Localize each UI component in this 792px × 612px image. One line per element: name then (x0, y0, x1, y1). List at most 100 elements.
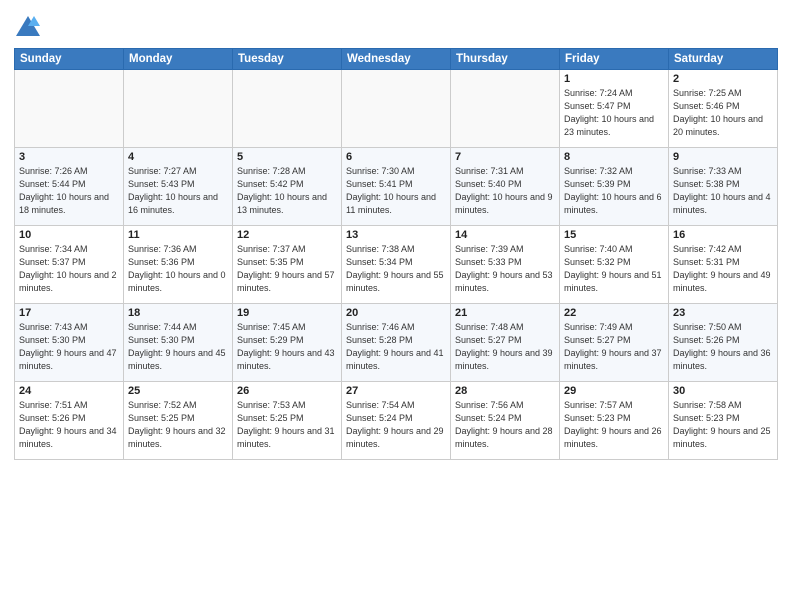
week-row-1: 1 Sunrise: 7:24 AM Sunset: 5:47 PM Daylig… (15, 70, 778, 148)
day-info: Sunrise: 7:32 AM Sunset: 5:39 PM Dayligh… (564, 165, 664, 217)
day-number: 16 (673, 229, 773, 241)
header (14, 10, 778, 42)
calendar-cell (233, 70, 342, 148)
day-number: 20 (346, 307, 446, 319)
calendar-cell: 26 Sunrise: 7:53 AM Sunset: 5:25 PM Dayli… (233, 382, 342, 460)
calendar-cell: 10Sunrise: 7:34 AM Sunset: 5:37 PM Dayli… (15, 226, 124, 304)
day-number: 24 (19, 385, 119, 397)
calendar-cell: 8 Sunrise: 7:32 AM Sunset: 5:39 PM Daylig… (560, 148, 669, 226)
calendar-cell (15, 70, 124, 148)
day-info: Sunrise: 7:38 AM Sunset: 5:34 PM Dayligh… (346, 243, 446, 295)
day-info: Sunrise: 7:54 AM Sunset: 5:24 PM Dayligh… (346, 399, 446, 451)
calendar-cell: 11Sunrise: 7:36 AM Sunset: 5:36 PM Dayli… (124, 226, 233, 304)
day-number: 18 (128, 307, 228, 319)
calendar-cell: 6 Sunrise: 7:30 AM Sunset: 5:41 PM Daylig… (342, 148, 451, 226)
day-number: 13 (346, 229, 446, 241)
calendar-cell: 4Sunrise: 7:27 AM Sunset: 5:43 PM Daylig… (124, 148, 233, 226)
calendar-cell: 16Sunrise: 7:42 AM Sunset: 5:31 PM Dayli… (669, 226, 778, 304)
day-number: 9 (673, 151, 773, 163)
calendar-cell (342, 70, 451, 148)
page: SundayMondayTuesdayWednesdayThursdayFrid… (0, 0, 792, 612)
day-number: 4 (128, 151, 228, 163)
weekday-friday: Friday (560, 49, 669, 70)
calendar-cell: 23 Sunrise: 7:50 AM Sunset: 5:26 PM Dayli… (669, 304, 778, 382)
day-number: 23 (673, 307, 773, 319)
calendar-cell: 25 Sunrise: 7:52 AM Sunset: 5:25 PM Dayli… (124, 382, 233, 460)
calendar-cell: 9 Sunrise: 7:33 AM Sunset: 5:38 PM Daylig… (669, 148, 778, 226)
calendar-cell: 2Sunrise: 7:25 AM Sunset: 5:46 PM Daylig… (669, 70, 778, 148)
calendar-cell: 22 Sunrise: 7:49 AM Sunset: 5:27 PM Dayli… (560, 304, 669, 382)
day-info: Sunrise: 7:36 AM Sunset: 5:36 PM Dayligh… (128, 243, 228, 295)
day-number: 28 (455, 385, 555, 397)
day-info: Sunrise: 7:53 AM Sunset: 5:25 PM Dayligh… (237, 399, 337, 451)
day-number: 19 (237, 307, 337, 319)
calendar: SundayMondayTuesdayWednesdayThursdayFrid… (14, 48, 778, 460)
day-number: 8 (564, 151, 664, 163)
day-info: Sunrise: 7:24 AM Sunset: 5:47 PM Dayligh… (564, 87, 664, 139)
day-number: 21 (455, 307, 555, 319)
calendar-cell: 15Sunrise: 7:40 AM Sunset: 5:32 PM Dayli… (560, 226, 669, 304)
day-number: 27 (346, 385, 446, 397)
calendar-cell (451, 70, 560, 148)
calendar-cell: 7Sunrise: 7:31 AM Sunset: 5:40 PM Daylig… (451, 148, 560, 226)
calendar-cell: 29 Sunrise: 7:57 AM Sunset: 5:23 PM Dayli… (560, 382, 669, 460)
day-number: 1 (564, 73, 664, 85)
day-number: 29 (564, 385, 664, 397)
calendar-cell: 12 Sunrise: 7:37 AM Sunset: 5:35 PM Dayli… (233, 226, 342, 304)
calendar-cell: 28 Sunrise: 7:56 AM Sunset: 5:24 PM Dayli… (451, 382, 560, 460)
weekday-monday: Monday (124, 49, 233, 70)
day-info: Sunrise: 7:30 AM Sunset: 5:41 PM Dayligh… (346, 165, 446, 217)
calendar-cell: 1 Sunrise: 7:24 AM Sunset: 5:47 PM Daylig… (560, 70, 669, 148)
week-row-2: 3 Sunrise: 7:26 AM Sunset: 5:44 PM Daylig… (15, 148, 778, 226)
calendar-cell: 13 Sunrise: 7:38 AM Sunset: 5:34 PM Dayli… (342, 226, 451, 304)
calendar-cell: 21Sunrise: 7:48 AM Sunset: 5:27 PM Dayli… (451, 304, 560, 382)
calendar-cell: 3 Sunrise: 7:26 AM Sunset: 5:44 PM Daylig… (15, 148, 124, 226)
week-row-5: 24 Sunrise: 7:51 AM Sunset: 5:26 PM Dayli… (15, 382, 778, 460)
day-info: Sunrise: 7:45 AM Sunset: 5:29 PM Dayligh… (237, 321, 337, 373)
day-info: Sunrise: 7:46 AM Sunset: 5:28 PM Dayligh… (346, 321, 446, 373)
calendar-cell: 17 Sunrise: 7:43 AM Sunset: 5:30 PM Dayli… (15, 304, 124, 382)
day-info: Sunrise: 7:43 AM Sunset: 5:30 PM Dayligh… (19, 321, 119, 373)
day-number: 17 (19, 307, 119, 319)
day-info: Sunrise: 7:26 AM Sunset: 5:44 PM Dayligh… (19, 165, 119, 217)
day-number: 5 (237, 151, 337, 163)
calendar-cell (124, 70, 233, 148)
day-number: 30 (673, 385, 773, 397)
day-number: 6 (346, 151, 446, 163)
day-number: 26 (237, 385, 337, 397)
day-info: Sunrise: 7:52 AM Sunset: 5:25 PM Dayligh… (128, 399, 228, 451)
day-info: Sunrise: 7:34 AM Sunset: 5:37 PM Dayligh… (19, 243, 119, 295)
day-number: 12 (237, 229, 337, 241)
day-info: Sunrise: 7:25 AM Sunset: 5:46 PM Dayligh… (673, 87, 773, 139)
day-info: Sunrise: 7:51 AM Sunset: 5:26 PM Dayligh… (19, 399, 119, 451)
weekday-thursday: Thursday (451, 49, 560, 70)
day-number: 25 (128, 385, 228, 397)
day-info: Sunrise: 7:31 AM Sunset: 5:40 PM Dayligh… (455, 165, 555, 217)
weekday-sunday: Sunday (15, 49, 124, 70)
day-number: 14 (455, 229, 555, 241)
calendar-cell: 14 Sunrise: 7:39 AM Sunset: 5:33 PM Dayli… (451, 226, 560, 304)
calendar-cell: 24 Sunrise: 7:51 AM Sunset: 5:26 PM Dayli… (15, 382, 124, 460)
calendar-cell: 27 Sunrise: 7:54 AM Sunset: 5:24 PM Dayli… (342, 382, 451, 460)
weekday-header-row: SundayMondayTuesdayWednesdayThursdayFrid… (15, 49, 778, 70)
day-info: Sunrise: 7:37 AM Sunset: 5:35 PM Dayligh… (237, 243, 337, 295)
day-info: Sunrise: 7:49 AM Sunset: 5:27 PM Dayligh… (564, 321, 664, 373)
logo (14, 14, 44, 42)
day-info: Sunrise: 7:56 AM Sunset: 5:24 PM Dayligh… (455, 399, 555, 451)
week-row-3: 10Sunrise: 7:34 AM Sunset: 5:37 PM Dayli… (15, 226, 778, 304)
day-info: Sunrise: 7:33 AM Sunset: 5:38 PM Dayligh… (673, 165, 773, 217)
weekday-saturday: Saturday (669, 49, 778, 70)
day-info: Sunrise: 7:50 AM Sunset: 5:26 PM Dayligh… (673, 321, 773, 373)
calendar-cell: 20 Sunrise: 7:46 AM Sunset: 5:28 PM Dayli… (342, 304, 451, 382)
day-number: 22 (564, 307, 664, 319)
week-row-4: 17 Sunrise: 7:43 AM Sunset: 5:30 PM Dayli… (15, 304, 778, 382)
weekday-wednesday: Wednesday (342, 49, 451, 70)
day-number: 15 (564, 229, 664, 241)
day-info: Sunrise: 7:39 AM Sunset: 5:33 PM Dayligh… (455, 243, 555, 295)
day-number: 3 (19, 151, 119, 163)
calendar-cell: 5Sunrise: 7:28 AM Sunset: 5:42 PM Daylig… (233, 148, 342, 226)
day-info: Sunrise: 7:57 AM Sunset: 5:23 PM Dayligh… (564, 399, 664, 451)
logo-icon (14, 14, 42, 42)
weekday-tuesday: Tuesday (233, 49, 342, 70)
calendar-cell: 30Sunrise: 7:58 AM Sunset: 5:23 PM Dayli… (669, 382, 778, 460)
